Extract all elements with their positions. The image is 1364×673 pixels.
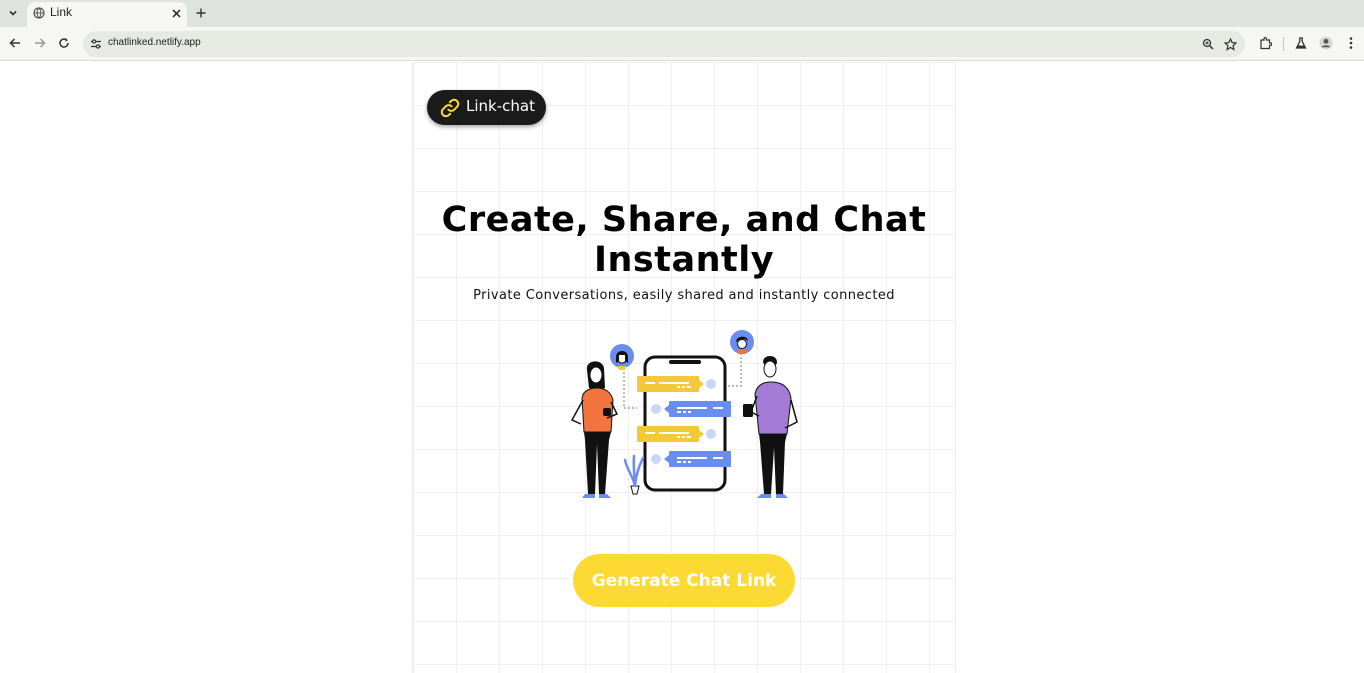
address-bar[interactable]: chatlinked.netlify.app	[83, 31, 1245, 57]
logo[interactable]: Link-chat	[427, 90, 546, 125]
url-text[interactable]: chatlinked.netlify.app	[108, 37, 201, 48]
star-icon[interactable]	[1222, 36, 1238, 52]
tab-list-icon[interactable]	[4, 4, 22, 22]
site-settings-icon[interactable]	[88, 36, 104, 52]
toolbar-divider	[1283, 37, 1284, 51]
forward-icon[interactable]	[32, 35, 48, 51]
tab-strip: Link	[0, 0, 1364, 27]
link-icon	[440, 98, 460, 118]
reload-icon[interactable]	[56, 35, 72, 51]
avatar-woman	[610, 344, 634, 370]
headline-line-2: Instantly	[593, 240, 775, 280]
back-icon[interactable]	[7, 35, 23, 51]
browser-toolbar: chatlinked.netlify.app	[0, 27, 1364, 61]
page-subtitle: Private Conversations, easily shared and…	[473, 288, 895, 303]
avatar-man	[730, 330, 754, 354]
page-title: Create, Share, and Chat Instantly	[413, 200, 955, 280]
man-figure	[743, 356, 798, 498]
plus-icon[interactable]	[193, 5, 209, 21]
headline-line-1: Create, Share, and Chat	[441, 200, 927, 240]
browser-tab[interactable]: Link	[27, 2, 187, 27]
logo-text: Link-chat	[466, 97, 535, 115]
more-icon[interactable]	[1343, 35, 1359, 51]
close-icon[interactable]	[169, 6, 183, 20]
profile-icon[interactable]	[1318, 35, 1334, 51]
labs-icon[interactable]	[1293, 35, 1309, 51]
page-viewport: Link-chat Create, Share, and Chat Instan…	[0, 62, 1364, 673]
content-column: Link-chat Create, Share, and Chat Instan…	[412, 62, 956, 673]
plant-graphic	[623, 454, 645, 495]
zoom-icon[interactable]	[1200, 36, 1216, 52]
generate-chat-link-button[interactable]: Generate Chat Link	[573, 554, 795, 607]
chat-illustration	[570, 330, 798, 498]
woman-figure	[570, 361, 619, 498]
tab-title: Link	[50, 5, 73, 19]
extensions-icon[interactable]	[1257, 35, 1273, 51]
globe-icon	[33, 7, 45, 19]
